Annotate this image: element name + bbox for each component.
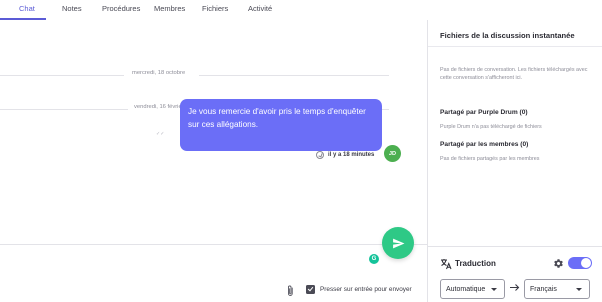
arrow-right-icon [510, 284, 520, 291]
composer-divider [0, 244, 427, 245]
no-files-text: Pas de fichiers de conversation. Les fic… [440, 67, 588, 82]
tab-bar: Chat Notes Procédures Membres Fichiers A… [0, 0, 427, 20]
message-meta: il y a 18 minutes [316, 151, 374, 159]
tab-procedures[interactable]: Procédures [102, 4, 140, 13]
message-text: Je vous remercie d'avoir pris le temps d… [188, 107, 366, 129]
target-language-select[interactable]: Français [524, 279, 590, 299]
source-language-value: Automatique [446, 286, 486, 293]
chevron-down-icon [491, 288, 497, 291]
translation-divider [428, 246, 602, 247]
shared-by-user-heading: Partagé par Purple Drum (0) [440, 109, 528, 116]
chevron-down-icon [576, 288, 582, 291]
send-icon [392, 238, 404, 248]
gear-icon[interactable] [553, 258, 564, 269]
tab-activite[interactable]: Activité [248, 4, 272, 13]
attach-button[interactable] [286, 284, 295, 302]
tab-chat[interactable]: Chat [19, 4, 35, 13]
message-time: il y a 18 minutes [328, 152, 375, 158]
files-sidebar: Fichiers de la discussion instantanée Pa… [427, 20, 602, 302]
press-enter-checkbox[interactable] [306, 285, 315, 294]
tab-fichiers[interactable]: Fichiers [202, 4, 228, 13]
day-separator-label: vendredi, 16 février [134, 104, 184, 110]
send-button[interactable] [382, 227, 414, 259]
shared-by-members-heading: Partagé par les membres (0) [440, 141, 529, 148]
tab-membres[interactable]: Membres [154, 4, 185, 13]
clock-icon [316, 151, 324, 159]
sidebar-title: Fichiers de la discussion instantanée [440, 31, 575, 40]
target-language-value: Français [530, 286, 557, 293]
translation-toggle[interactable] [568, 257, 592, 269]
message-bubble: Je vous remercie d'avoir pris le temps d… [180, 99, 382, 151]
press-enter-label: Presser sur entrée pour envoyer [320, 286, 412, 293]
translation-label: Traduction [455, 259, 496, 268]
shared-by-members-text: Pas de fichiers partagés par les membres [440, 156, 540, 162]
read-receipt-icon: ✓✓ [156, 131, 165, 137]
sidebar-divider [428, 46, 602, 47]
day-separator-label: mercredi, 18 octobre [132, 70, 186, 76]
translate-icon [441, 259, 452, 270]
paperclip-icon [288, 285, 293, 296]
chat-panel: mercredi, 18 octobre vendredi, 16 févrie… [0, 20, 427, 302]
avatar: JD [384, 145, 401, 162]
source-language-select[interactable]: Automatique [440, 279, 505, 299]
day-separator: mercredi, 18 octobre [0, 70, 400, 80]
shared-by-user-text: Purple Drum n'a pas téléchargé de fichie… [440, 124, 542, 130]
tab-notes[interactable]: Notes [62, 4, 82, 13]
grammarly-icon[interactable]: G [369, 254, 379, 264]
